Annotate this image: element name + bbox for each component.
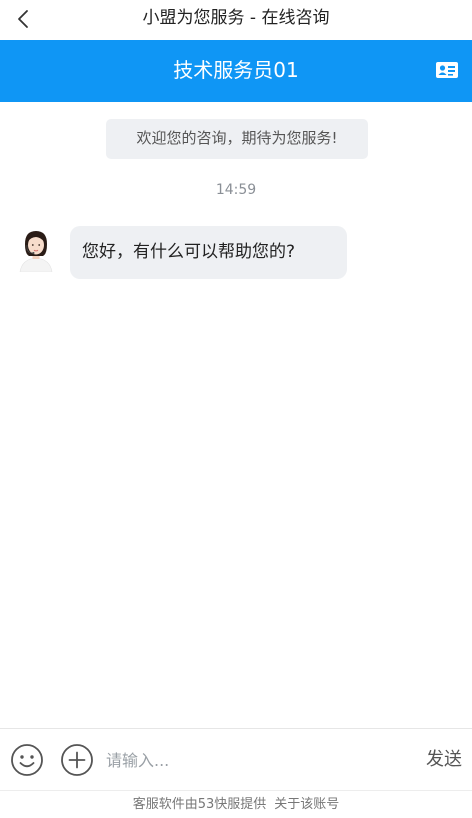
- message-input[interactable]: [106, 743, 406, 777]
- plus-circle-icon: [61, 744, 93, 776]
- input-bar: 发送: [0, 728, 472, 790]
- contact-card-button[interactable]: [434, 58, 460, 82]
- plus-button[interactable]: [60, 743, 94, 777]
- send-button[interactable]: 发送: [426, 743, 462, 777]
- footer: 客服软件由53快服提供 关于该账号: [0, 790, 472, 818]
- chat-app: 小盟为您服务 - 在线咨询 技术服务员01 欢迎您的咨询，期待为您服务! 14:…: [0, 0, 472, 818]
- agent-message-bubble: 您好，有什么可以帮助您的?: [70, 226, 347, 279]
- emoji-icon: [11, 744, 43, 776]
- chat-area[interactable]: 欢迎您的咨询，期待为您服务! 14:59 您好，有什么可以帮助您的?: [0, 102, 472, 728]
- page-title: 小盟为您服务 - 在线咨询: [142, 8, 330, 28]
- agent-avatar-icon[interactable]: [16, 228, 56, 273]
- emoji-button[interactable]: [10, 743, 44, 777]
- powered-by-text: 客服软件由53快服提供: [132, 797, 267, 812]
- message-timestamp: 14:59: [215, 182, 257, 198]
- about-account-link[interactable]: 关于该账号: [274, 797, 339, 812]
- agent-header: 技术服务员01: [0, 40, 472, 102]
- agent-name: 技术服务员01: [173, 58, 299, 82]
- system-welcome-message: 欢迎您的咨询，期待为您服务!: [106, 119, 368, 159]
- top-nav-bar: 小盟为您服务 - 在线咨询: [0, 0, 472, 40]
- contact-card-icon: [436, 62, 458, 78]
